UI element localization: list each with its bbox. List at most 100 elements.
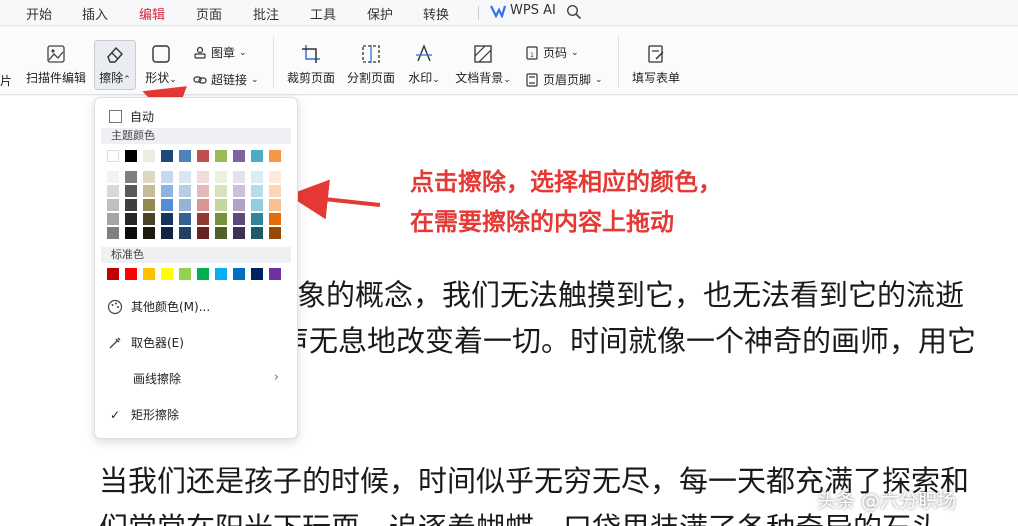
theme-shade-swatch[interactable] [233, 227, 245, 239]
theme-shade-swatch[interactable] [233, 171, 245, 183]
shape-button[interactable]: 形状⌄ [142, 44, 180, 86]
standard-color-swatch[interactable] [143, 268, 155, 280]
rect-erase-option[interactable]: ✓ 矩形擦除 [107, 406, 179, 423]
theme-color-swatch[interactable] [251, 150, 263, 162]
theme-shade-swatch[interactable] [215, 213, 227, 225]
theme-color-swatch[interactable] [215, 150, 227, 162]
theme-shade-swatch[interactable] [251, 185, 263, 197]
scan-edit-button[interactable]: 扫描件编辑 [24, 44, 88, 86]
menu-convert[interactable]: 转换 [423, 4, 449, 23]
more-colors-option[interactable]: 其他颜色(M)... [107, 298, 210, 315]
theme-shade-swatch[interactable] [161, 227, 173, 239]
theme-shade-swatch[interactable] [197, 171, 209, 183]
theme-shade-swatch[interactable] [269, 199, 281, 211]
auto-checkbox[interactable] [109, 110, 122, 123]
theme-shade-swatch[interactable] [179, 227, 191, 239]
fill-form-button[interactable]: 填写表单 [630, 44, 682, 86]
standard-color-swatch[interactable] [161, 268, 173, 280]
theme-color-swatch[interactable] [107, 150, 119, 162]
menu-insert[interactable]: 插入 [82, 4, 108, 23]
theme-shade-swatch[interactable] [251, 199, 263, 211]
theme-shade-swatch[interactable] [197, 199, 209, 211]
theme-color-swatch[interactable] [143, 150, 155, 162]
theme-shade-swatch[interactable] [125, 171, 137, 183]
theme-shade-swatch[interactable] [107, 227, 119, 239]
theme-shade-swatch[interactable] [233, 213, 245, 225]
theme-shade-swatch[interactable] [215, 185, 227, 197]
theme-color-swatch[interactable] [197, 150, 209, 162]
auto-color-option[interactable]: 自动 [109, 108, 154, 125]
doc-background-button[interactable]: 文档背景⌄ [452, 44, 514, 86]
standard-color-swatch[interactable] [215, 268, 227, 280]
line-erase-option[interactable]: 画线擦除 [133, 370, 181, 387]
watermark-button[interactable]: 水印⌄ [404, 44, 444, 86]
theme-shade-swatch[interactable] [125, 227, 137, 239]
erase-button[interactable]: 擦除⌃ [95, 44, 135, 86]
theme-shade-swatch[interactable] [161, 171, 173, 183]
split-page-button[interactable]: 分割页面 [345, 44, 397, 86]
theme-shade-swatch[interactable] [143, 171, 155, 183]
theme-shade-swatch[interactable] [161, 213, 173, 225]
standard-color-swatch[interactable] [233, 268, 245, 280]
theme-shade-swatch[interactable] [269, 227, 281, 239]
menu-home[interactable]: 开始 [26, 4, 52, 23]
theme-shade-swatch[interactable] [143, 213, 155, 225]
page-number-button[interactable]: 1 页码 ⌄ [525, 44, 579, 61]
theme-shade-swatch[interactable] [107, 199, 119, 211]
standard-color-swatch[interactable] [251, 268, 263, 280]
theme-shade-swatch[interactable] [269, 213, 281, 225]
theme-shade-swatch[interactable] [125, 185, 137, 197]
theme-shade-swatch[interactable] [161, 199, 173, 211]
crop-page-button[interactable]: 裁剪页面 [285, 44, 337, 86]
header-footer-button[interactable]: 页眉页脚 ⌄ [525, 71, 603, 88]
theme-color-swatch[interactable] [233, 150, 245, 162]
search-icon[interactable] [566, 4, 582, 20]
theme-shade-swatch[interactable] [233, 185, 245, 197]
theme-shade-swatch[interactable] [197, 227, 209, 239]
theme-color-swatch[interactable] [269, 150, 281, 162]
theme-shade-swatch[interactable] [107, 185, 119, 197]
standard-color-swatch[interactable] [197, 268, 209, 280]
theme-shade-swatch[interactable] [197, 213, 209, 225]
standard-color-swatch[interactable] [179, 268, 191, 280]
theme-shade-swatch[interactable] [179, 185, 191, 197]
theme-color-swatch[interactable] [179, 150, 191, 162]
menu-protect[interactable]: 保护 [367, 4, 393, 23]
theme-shade-swatch[interactable] [215, 227, 227, 239]
theme-shade-swatch[interactable] [251, 227, 263, 239]
theme-shade-swatch[interactable] [251, 171, 263, 183]
theme-shade-swatch[interactable] [233, 199, 245, 211]
theme-shade-swatch[interactable] [215, 199, 227, 211]
theme-shade-swatch[interactable] [215, 171, 227, 183]
menu-page[interactable]: 页面 [196, 4, 222, 23]
theme-shade-swatch[interactable] [179, 171, 191, 183]
theme-shade-swatch[interactable] [143, 185, 155, 197]
theme-shade-swatch[interactable] [125, 199, 137, 211]
theme-shade-swatch[interactable] [107, 171, 119, 183]
theme-shade-swatch[interactable] [179, 199, 191, 211]
menu-tools[interactable]: 工具 [310, 4, 336, 23]
theme-shade-swatch[interactable] [161, 185, 173, 197]
stamp-button[interactable]: 图章 ⌄ [193, 44, 247, 61]
menu-edit[interactable]: 编辑 [139, 4, 166, 29]
theme-shade-swatch[interactable] [107, 213, 119, 225]
theme-shade-swatch[interactable] [125, 213, 137, 225]
menu-comment[interactable]: 批注 [253, 4, 279, 23]
more-colors-label: 其他颜色(M)... [131, 300, 211, 314]
theme-color-swatch[interactable] [161, 150, 173, 162]
standard-color-swatch[interactable] [125, 268, 137, 280]
theme-shade-swatch[interactable] [269, 185, 281, 197]
theme-shade-swatch[interactable] [143, 227, 155, 239]
theme-shade-swatch[interactable] [197, 185, 209, 197]
standard-color-swatch[interactable] [107, 268, 119, 280]
standard-color-swatch[interactable] [269, 268, 281, 280]
theme-shade-swatch[interactable] [251, 213, 263, 225]
ribbon-partial-label[interactable]: 片 [0, 72, 12, 89]
theme-shade-swatch[interactable] [269, 171, 281, 183]
theme-color-swatch[interactable] [125, 150, 137, 162]
theme-shade-swatch[interactable] [143, 199, 155, 211]
theme-shade-swatch[interactable] [179, 213, 191, 225]
hyperlink-button[interactable]: 超链接 ⌄ [193, 71, 259, 88]
eyedropper-option[interactable]: 取色器(E) [107, 334, 184, 351]
wps-ai-button[interactable]: WPS AI [490, 3, 556, 18]
